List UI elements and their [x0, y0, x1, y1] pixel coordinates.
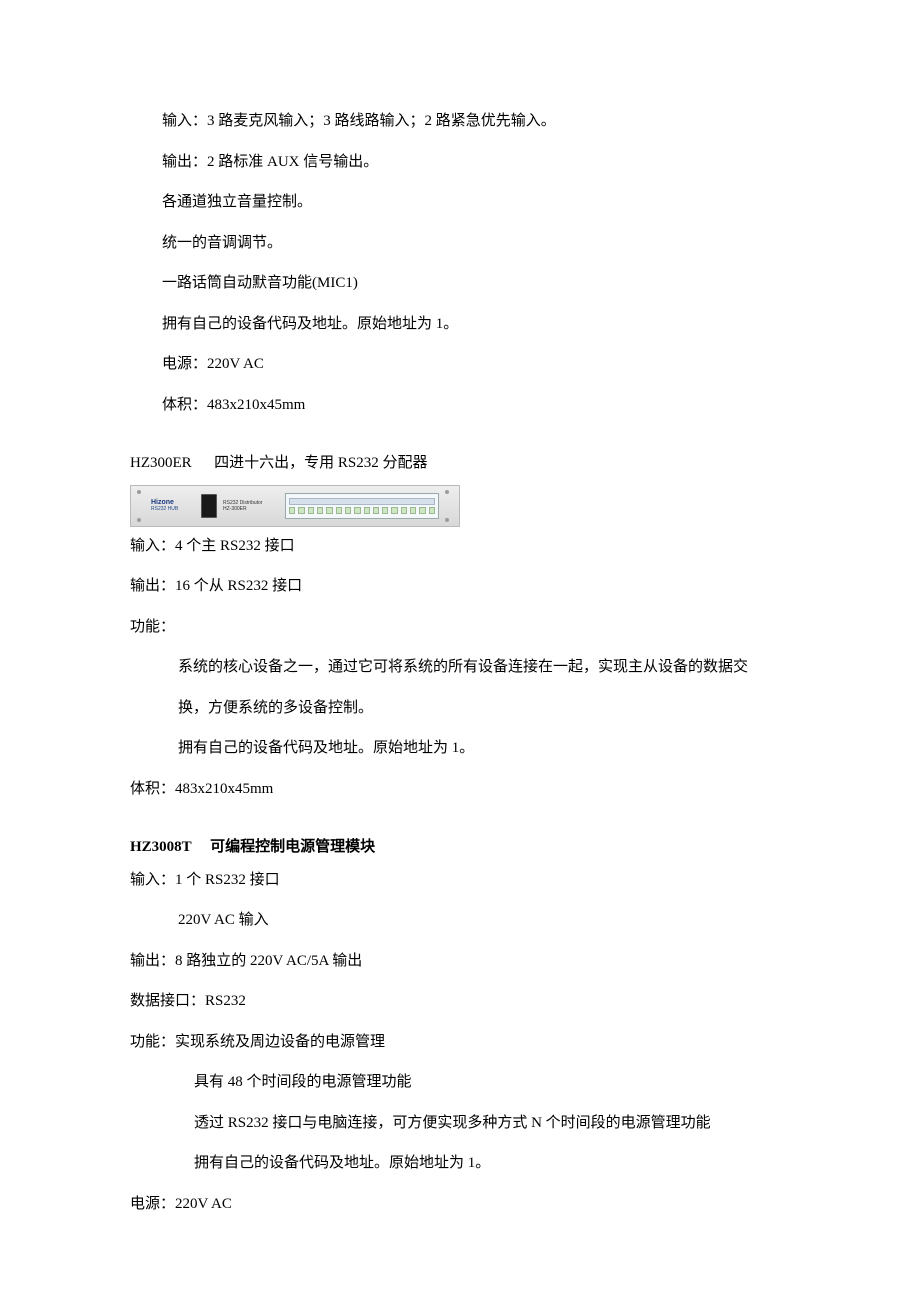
section3-func-body: 具有 48 个时间段的电源管理功能 透过 RS232 接口与电脑连接，可方便实现…	[130, 1071, 790, 1175]
section2-func-body: 系统的核心设备之一，通过它可将系统的所有设备连接在一起，实现主从设备的数据交 换…	[130, 656, 790, 760]
section2-func-label: 功能：	[130, 616, 790, 639]
section3-dataport: 数据接口：RS232	[130, 990, 790, 1013]
section2-heading: HZ300ER 四进十六出，专用 RS232 分配器	[130, 452, 790, 475]
section3-output: 输出：8 路独立的 220V AC/5A 输出	[130, 950, 790, 973]
section1-specs: 输入：3 路麦克风输入；3 路线路输入；2 路紧急优先输入。 输出：2 路标准 …	[130, 110, 790, 416]
spec-line: 体积：483x210x45mm	[162, 394, 790, 417]
section3-input-l1: 输入：1 个 RS232 接口	[130, 869, 790, 892]
func-line: 拥有自己的设备代码及地址。原始地址为 1。	[194, 1152, 790, 1175]
section2-volume: 体积：483x210x45mm	[130, 778, 790, 801]
func-line: 具有 48 个时间段的电源管理功能	[194, 1071, 790, 1094]
document-page: 输入：3 路麦克风输入；3 路线路输入；2 路紧急优先输入。 输出：2 路标准 …	[0, 0, 920, 1302]
device-model-label: RS232 Distributor HZ-300ER	[223, 500, 279, 512]
func-line: 换，方便系统的多设备控制。	[178, 697, 790, 720]
spec-line: 统一的音调调节。	[162, 232, 790, 255]
section3-input-l2: 220V AC 输入	[130, 909, 790, 932]
rack-screws-left	[137, 488, 145, 524]
spec-line: 电源：220V AC	[162, 353, 790, 376]
section3-power: 电源：220V AC	[130, 1193, 790, 1216]
spec-line: 各通道独立音量控制。	[162, 191, 790, 214]
spec-line: 输出：2 路标准 AUX 信号输出。	[162, 151, 790, 174]
device-led-panel	[285, 493, 439, 519]
power-switch-icon	[201, 494, 217, 518]
spec-line: 拥有自己的设备代码及地址。原始地址为 1。	[162, 313, 790, 336]
func-line: 透过 RS232 接口与电脑连接，可方便实现多种方式 N 个时间段的电源管理功能	[194, 1112, 790, 1135]
spec-line: 输入：3 路麦克风输入；3 路线路输入；2 路紧急优先输入。	[162, 110, 790, 133]
func-line: 拥有自己的设备代码及地址。原始地址为 1。	[178, 737, 790, 760]
device-image: Hizone RS232 HUB RS232 Distributor HZ-30…	[130, 485, 460, 527]
section2-input: 输入：4 个主 RS232 接口	[130, 535, 790, 558]
section3-heading: HZ3008T 可编程控制电源管理模块	[130, 836, 790, 859]
brand-sub: RS232 HUB	[151, 507, 195, 513]
device-brand-label: Hizone RS232 HUB	[151, 499, 195, 512]
model-code: HZ300ER	[130, 455, 192, 471]
model-desc: 四进十六出，专用 RS232 分配器	[214, 455, 427, 471]
led-row	[289, 507, 435, 514]
panel-bar	[289, 498, 435, 505]
model-desc: 可编程控制电源管理模块	[210, 839, 375, 855]
model-code: HZ3008T	[130, 839, 191, 855]
func-line: 系统的核心设备之一，通过它可将系统的所有设备连接在一起，实现主从设备的数据交	[178, 656, 790, 679]
section2-output: 输出：16 个从 RS232 接口	[130, 575, 790, 598]
section3-func-l1: 功能：实现系统及周边设备的电源管理	[130, 1031, 790, 1054]
rack-screws-right	[445, 488, 453, 524]
spec-line: 一路话筒自动默音功能(MIC1)	[162, 272, 790, 295]
